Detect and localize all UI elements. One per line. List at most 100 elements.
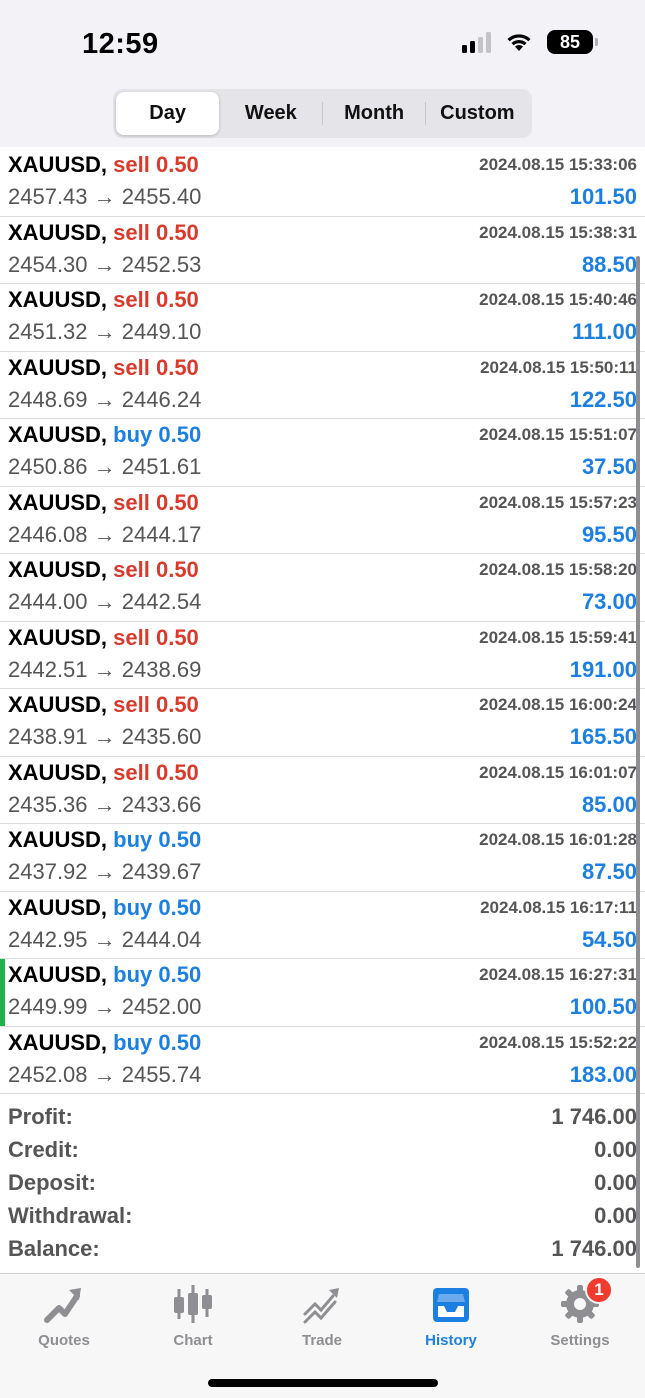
deal-time: 2024.08.15 15:38:31 xyxy=(479,222,637,242)
tab-trade[interactable]: Trade xyxy=(267,1282,377,1349)
tab-settings[interactable]: 1 Settings xyxy=(525,1276,635,1349)
deal-row[interactable]: XAUUSD, sell 0.50 2024.08.15 15:57:23 2446… xyxy=(0,487,645,554)
deal-row[interactable]: XAUUSD, sell 0.50 2024.08.15 15:33:06 2457… xyxy=(0,149,645,217)
summary-row: Deposit: 0.00 xyxy=(0,1168,645,1201)
deal-prices: 2442.95 → 2444.04 xyxy=(8,927,201,953)
deal-lot: 0.50 xyxy=(155,557,199,582)
deal-row[interactable]: XAUUSD, buy 0.50 2024.08.15 16:01:28 2437.… xyxy=(0,824,645,892)
arrow-icon: → xyxy=(93,386,116,412)
deal-row[interactable]: XAUUSD, sell 0.50 2024.08.15 15:40:46 2451… xyxy=(0,284,645,352)
deal-close-price: 2442.54 xyxy=(121,589,202,614)
deal-title: XAUUSD, buy 0.50 xyxy=(8,895,201,921)
deal-time: 2024.08.15 15:40:46 xyxy=(479,290,637,309)
deal-row[interactable]: XAUUSD, sell 0.50 2024.08.15 16:00:24 2438… xyxy=(0,689,645,757)
deal-row[interactable]: XAUUSD, buy 0.50 2024.08.15 16:17:11 2442.… xyxy=(0,892,645,959)
chart-icon xyxy=(170,1282,216,1326)
deal-profit: 111.00 xyxy=(572,319,637,344)
deal-title: XAUUSD, buy 0.50 xyxy=(8,827,201,853)
deal-lot: 0.50 xyxy=(158,422,202,447)
deal-row[interactable]: XAUUSD, sell 0.50 2024.08.15 15:58:20 2444… xyxy=(0,554,645,622)
deal-title: XAUUSD, sell 0.50 xyxy=(8,220,199,246)
tab-month[interactable]: Month xyxy=(323,92,426,135)
tab-custom[interactable]: Custom xyxy=(426,92,529,135)
deal-direction: sell xyxy=(113,557,150,582)
deal-close-price: 2452.53 xyxy=(121,251,202,277)
deal-close-price: 2433.66 xyxy=(121,791,202,817)
deal-title: XAUUSD, sell 0.50 xyxy=(8,287,199,313)
deal-row[interactable]: XAUUSD, buy 0.50 2024.08.15 15:51:07 2450.… xyxy=(0,419,645,487)
deal-row[interactable]: XAUUSD, buy 0.50 2024.08.15 16:27:31 2449.… xyxy=(0,959,645,1027)
deal-prices: 2454.30 → 2452.53 xyxy=(8,252,201,278)
deal-prices: 2450.86 → 2451.61 xyxy=(8,454,201,480)
tab-custom-label: Custom xyxy=(440,102,515,124)
deal-direction: sell xyxy=(113,624,150,650)
summary-label: Credit: xyxy=(8,1137,79,1162)
deal-time: 2024.08.15 15:50:11 xyxy=(480,357,637,377)
deal-time: 2024.08.15 16:17:11 xyxy=(480,897,637,917)
cellular-signal-icon xyxy=(462,31,491,53)
arrow-icon: → xyxy=(93,454,116,479)
history-icon xyxy=(428,1282,474,1326)
deal-title: XAUUSD, buy 0.50 xyxy=(8,1030,201,1056)
tab-week[interactable]: Week xyxy=(219,92,323,135)
deal-title: XAUUSD, sell 0.50 xyxy=(8,625,199,651)
deal-title: XAUUSD, sell 0.50 xyxy=(8,692,199,718)
deal-symbol: XAUUSD, xyxy=(8,489,108,515)
deal-prices: 2452.08 → 2455.74 xyxy=(8,1062,201,1088)
deal-close-price: 2455.40 xyxy=(121,184,202,209)
deal-title: XAUUSD, sell 0.50 xyxy=(8,760,199,786)
deal-row[interactable]: XAUUSD, sell 0.50 2024.08.15 15:59:41 2442… xyxy=(0,622,645,689)
deal-open-price: 2451.32 xyxy=(8,319,88,344)
deal-time: 2024.08.15 16:27:31 xyxy=(479,965,637,984)
deal-direction: sell xyxy=(113,354,150,380)
summary-value: 0.00 xyxy=(594,1137,637,1162)
deal-close-price: 2439.67 xyxy=(121,859,202,884)
deal-close-price: 2438.69 xyxy=(121,656,202,682)
tab-trade-label: Trade xyxy=(301,1332,343,1349)
deal-symbol: XAUUSD, xyxy=(8,219,108,245)
deal-time: 2024.08.15 15:59:41 xyxy=(479,627,637,647)
arrow-icon: → xyxy=(93,791,116,817)
deal-open-price: 2438.91 xyxy=(8,724,88,749)
deal-direction: sell xyxy=(113,692,150,717)
deal-profit: 95.50 xyxy=(581,521,637,547)
tab-history[interactable]: History xyxy=(396,1282,506,1349)
deal-profit: 122.50 xyxy=(569,386,637,412)
arrow-icon: → xyxy=(93,521,116,547)
summary-label: Withdrawal: xyxy=(8,1203,133,1228)
arrow-icon: → xyxy=(93,589,116,614)
summary-value: 1 746.00 xyxy=(551,1236,637,1261)
tab-day[interactable]: Day xyxy=(116,92,220,135)
deal-row[interactable]: XAUUSD, buy 0.50 2024.08.15 15:52:22 2452.… xyxy=(0,1027,645,1094)
summary-label: Deposit: xyxy=(8,1170,96,1195)
deal-row[interactable]: XAUUSD, sell 0.50 2024.08.15 15:38:31 2454… xyxy=(0,217,645,284)
deal-prices: 2438.91 → 2435.60 xyxy=(8,724,201,750)
deal-profit: 37.50 xyxy=(581,454,637,479)
deal-row[interactable]: XAUUSD, sell 0.50 2024.08.15 15:50:11 2448… xyxy=(0,352,645,419)
deal-lot: 0.50 xyxy=(155,287,199,312)
deal-symbol: XAUUSD, xyxy=(8,354,108,380)
deal-close-price: 2444.04 xyxy=(121,926,202,952)
deal-direction: sell xyxy=(113,219,150,245)
deal-time: 2024.08.15 15:57:23 xyxy=(479,492,637,512)
deal-title: XAUUSD, buy 0.50 xyxy=(8,422,201,448)
tab-week-label: Week xyxy=(244,102,297,124)
deal-symbol: XAUUSD, xyxy=(8,827,108,852)
arrow-icon: → xyxy=(93,184,116,209)
deal-open-price: 2442.95 xyxy=(8,926,88,952)
deal-direction: buy xyxy=(113,1029,153,1055)
deal-close-price: 2452.00 xyxy=(121,994,202,1019)
deal-prices: 2457.43 → 2455.40 xyxy=(8,184,201,210)
deal-time: 2024.08.15 15:58:20 xyxy=(479,560,637,579)
deal-prices: 2449.99 → 2452.00 xyxy=(8,994,201,1020)
summary-row: Profit: 1 746.00 xyxy=(0,1102,645,1135)
tab-quotes[interactable]: Quotes xyxy=(9,1282,119,1349)
home-indicator xyxy=(208,1379,438,1387)
deal-time: 2024.08.15 16:01:28 xyxy=(479,830,637,849)
deal-row[interactable]: XAUUSD, sell 0.50 2024.08.15 16:01:07 2435… xyxy=(0,757,645,824)
period-segmented-control: Day Week Month Custom xyxy=(113,89,532,138)
gear-icon: 1 xyxy=(557,1276,613,1326)
tab-chart[interactable]: Chart xyxy=(138,1282,248,1349)
tab-settings-label: Settings xyxy=(550,1332,610,1349)
deal-profit: 54.50 xyxy=(581,926,637,952)
